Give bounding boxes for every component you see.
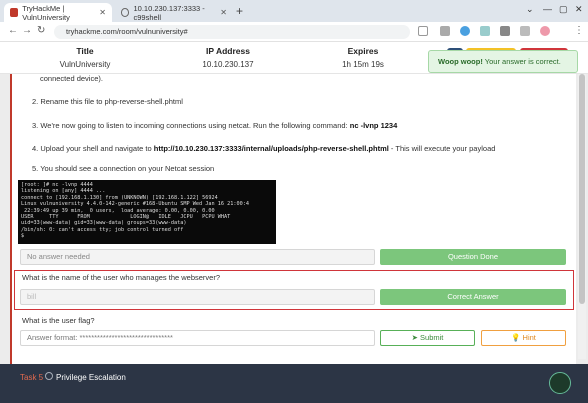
tryhackme-favicon-icon [10,8,19,17]
page-scrollbar[interactable] [578,74,586,359]
title-label: Title [76,46,94,56]
step-4-suffix: - This will execute your payload [388,144,496,153]
back-icon[interactable]: ← [8,25,18,36]
extensions-puzzle-icon[interactable] [500,26,510,36]
scrollbar-thumb[interactable] [579,74,585,304]
success-toast: Woop woop! Your answer is correct. [428,50,578,73]
title-value: VulnUniversity [59,60,111,69]
terminal-screenshot: [root: ]# nc -lvnp 4444 listening on [an… [18,180,276,244]
question-webserver-user: What is the name of the user who manages… [22,273,221,282]
address-bar[interactable]: tryhackme.com/room/vulnuniversity# [54,25,410,39]
share-icon[interactable] [440,26,450,36]
tab-c99shell[interactable]: 10.10.230.137:3333 - c99shell ✕ [115,3,233,22]
tab-title: 10.10.230.137:3333 - c99shell [133,3,205,22]
task-title: Privilege Escalation [56,373,126,382]
step-3-text: 3. We're now going to listen to incoming… [32,121,350,130]
send-icon: ➤ [411,333,421,342]
correct-answer-button: Correct Answer [380,289,566,305]
step-2: 2. Rename this file to php-reverse-shell… [32,97,183,106]
toast-strong: Woop woop! [438,57,483,66]
new-tab-button[interactable]: + [236,4,243,18]
netcat-command: nc -lvnp 1234 [349,121,398,130]
url-text: tryhackme.com/room/vulnuniversity# [66,27,188,36]
sidebar-icon[interactable] [520,26,530,36]
hint-label: Hint [522,333,536,342]
ip-column: IP Address 10.10.230.137 [173,46,283,69]
answer-field-correct: bill [20,289,375,305]
question-user-flag: What is the user flag? [22,316,95,325]
minimize-icon[interactable]: — [543,4,552,14]
step-continued: connected device). [40,74,103,83]
lightbulb-icon: 💡 [511,333,523,342]
step-3: 3. We're now going to listen to incoming… [32,121,397,130]
reload-icon[interactable]: ↻ [37,25,45,36]
step-5: 5. You should see a connection on your N… [32,164,215,173]
menu-icon[interactable]: ⋮ [574,25,584,36]
task-5-header[interactable] [0,364,588,403]
chat-icon[interactable] [549,372,571,394]
submit-button[interactable]: ➤ Submit [380,330,475,346]
browser-tab-bar: TryHackMe | VulnUniversity ✕ 10.10.230.1… [0,0,588,22]
forward-icon[interactable]: → [22,25,32,36]
ip-label: IP Address [206,46,250,56]
expires-label: Expires [347,46,379,56]
task-status-icon [45,372,53,380]
expires-column: Expires 1h 15m 19s [308,46,418,69]
profile-avatar[interactable] [540,26,550,36]
hint-button[interactable]: 💡 Hint [481,330,566,346]
step-4: 4. Upload your shell and navigate to htt… [32,144,495,153]
expires-value: 1h 15m 19s [342,60,384,69]
task-number: Task 5 [20,373,44,382]
close-tab-icon[interactable]: ✕ [220,8,227,17]
maximize-icon[interactable]: ▢ [559,4,568,15]
upload-url: http://10.10.230.137:3333/internal/uploa… [153,144,389,153]
globe-icon [121,8,130,17]
step-4-text: 4. Upload your shell and navigate to [32,144,154,153]
user-flag-input[interactable]: Answer format: *************************… [20,330,375,346]
google-icon[interactable] [418,26,428,36]
bookmark-star-icon[interactable] [480,26,490,36]
close-tab-icon[interactable]: ✕ [99,8,106,17]
tab-tryhackme[interactable]: TryHackMe | VulnUniversity ✕ [4,3,112,22]
question-done-button: Question Done [380,249,566,265]
toast-text: Your answer is correct. [482,57,561,66]
close-window-icon[interactable]: ✕ [575,4,583,15]
extension-icon[interactable] [460,26,470,36]
tab-title: TryHackMe | VulnUniversity [22,3,70,22]
tab-search-icon[interactable]: ⌄ [526,4,534,15]
answer-field-done: No answer needed [20,249,375,265]
title-column: Title VulnUniversity [30,46,140,69]
submit-label: Submit [420,333,444,342]
ip-value: 10.10.230.137 [202,60,254,69]
